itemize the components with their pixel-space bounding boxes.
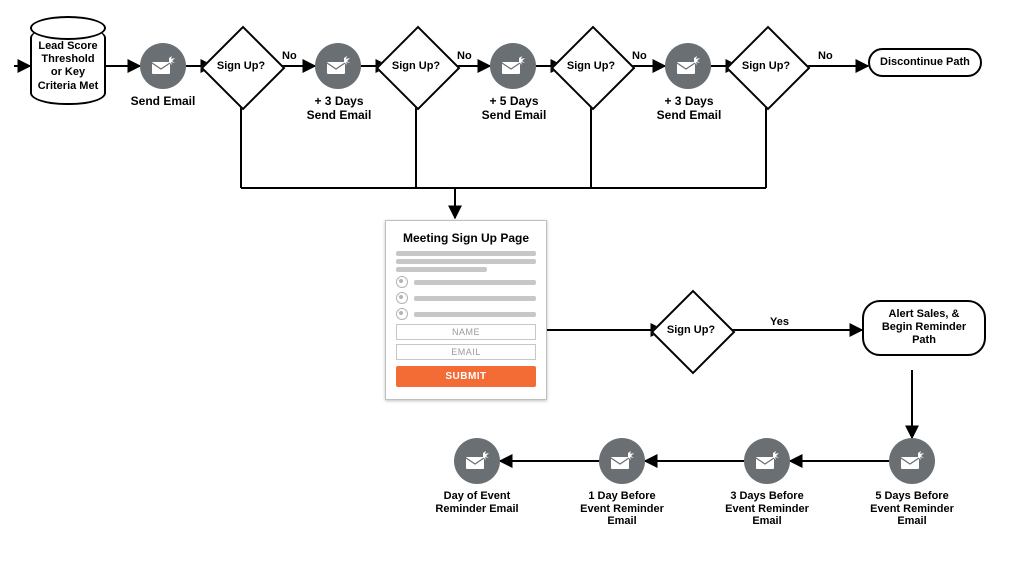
name-field[interactable]: NAME xyxy=(396,324,536,340)
send-email-node-3 xyxy=(490,43,536,89)
form-line xyxy=(396,259,536,264)
edge-no-3: No xyxy=(632,50,647,62)
edge-no-1: No xyxy=(282,50,297,62)
start-database-label: Lead Score Threshold or Key Criteria Met xyxy=(32,40,104,93)
terminator-discontinue: Discontinue Path xyxy=(868,48,982,77)
radio-icon xyxy=(396,308,408,320)
mail-burst-icon xyxy=(754,451,780,471)
reminder-3days-label: 3 Days Before Event Reminder Email xyxy=(719,490,815,528)
reminder-5days-node xyxy=(889,438,935,484)
reminder-3days-node xyxy=(744,438,790,484)
submit-button[interactable]: SUBMIT xyxy=(396,366,536,387)
terminator-alert-sales: Alert Sales, & Begin Reminder Path xyxy=(862,300,986,356)
mail-burst-icon xyxy=(899,451,925,471)
edge-yes-5: Yes xyxy=(770,316,789,328)
send-email-label-2: + 3 Days Send Email xyxy=(300,95,378,123)
mail-burst-icon xyxy=(464,451,490,471)
reminder-1day-node xyxy=(599,438,645,484)
send-email-label-3: + 5 Days Send Email xyxy=(475,95,553,123)
form-option xyxy=(396,308,536,320)
mail-burst-icon xyxy=(150,56,176,76)
decision-signup-3: Sign Up? xyxy=(563,38,619,94)
send-email-node-4 xyxy=(665,43,711,89)
edge-no-2: No xyxy=(457,50,472,62)
decision-signup-4: Sign Up? xyxy=(738,38,794,94)
form-option xyxy=(396,276,536,288)
form-line xyxy=(396,251,536,256)
reminder-dayof-node xyxy=(454,438,500,484)
send-email-node-1 xyxy=(140,43,186,89)
decision-signup-5: Sign Up? xyxy=(663,302,719,358)
decision-signup-1: Sign Up? xyxy=(213,38,269,94)
start-database: Lead Score Threshold or Key Criteria Met xyxy=(30,26,106,105)
form-line xyxy=(396,267,487,272)
send-email-node-2 xyxy=(315,43,361,89)
send-email-label-1: Send Email xyxy=(128,95,198,109)
mail-burst-icon xyxy=(675,56,701,76)
reminder-dayof-label: Day of Event Reminder Email xyxy=(429,490,525,515)
decision-signup-2: Sign Up? xyxy=(388,38,444,94)
email-field[interactable]: EMAIL xyxy=(396,344,536,360)
radio-icon xyxy=(396,292,408,304)
reminder-5days-label: 5 Days Before Event Reminder Email xyxy=(864,490,960,528)
reminder-1day-label: 1 Day Before Event Reminder Email xyxy=(574,490,670,528)
mail-burst-icon xyxy=(609,451,635,471)
mail-burst-icon xyxy=(325,56,351,76)
radio-icon xyxy=(396,276,408,288)
signup-form-title: Meeting Sign Up Page xyxy=(396,231,536,245)
mail-burst-icon xyxy=(500,56,526,76)
send-email-label-4: + 3 Days Send Email xyxy=(650,95,728,123)
signup-form-card: Meeting Sign Up Page NAME EMAIL SUBMIT xyxy=(385,220,547,400)
form-option xyxy=(396,292,536,304)
edge-no-4: No xyxy=(818,50,833,62)
